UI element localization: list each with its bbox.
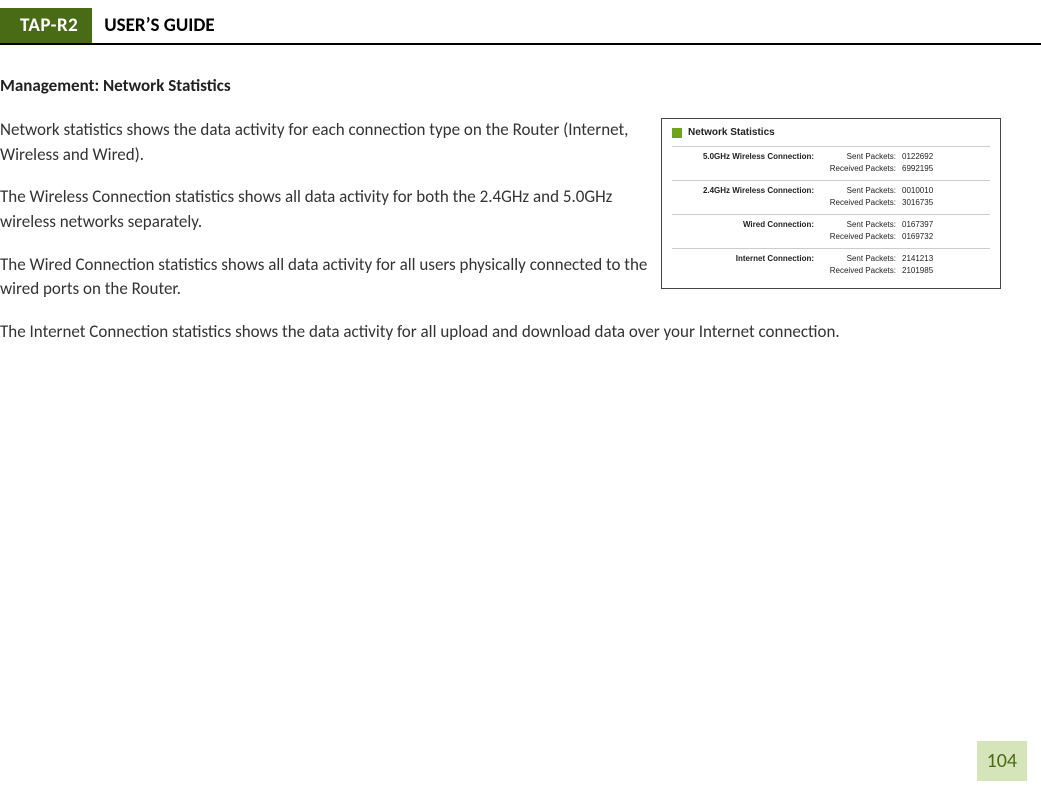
stat-recv-value: 6992195	[902, 163, 962, 175]
stat-conn-label: 2.4GHz Wireless Connection:	[672, 185, 822, 197]
stat-sent-value: 0010010	[902, 185, 962, 197]
section-heading: Management: Network Statistics	[0, 75, 1001, 96]
stat-recv-label: Received Packets:	[822, 265, 902, 277]
figure-title-row: Network Statistics	[672, 127, 990, 138]
stat-recv-label: Received Packets:	[822, 197, 902, 209]
square-bullet-icon	[672, 128, 682, 138]
page-content: Management: Network Statistics Network S…	[0, 45, 1041, 344]
stat-sent-value: 0122692	[902, 151, 962, 163]
guide-title: USER’S GUIDE	[92, 8, 214, 43]
stat-sent-label: Sent Packets:	[822, 219, 902, 231]
page-number: 104	[977, 741, 1027, 781]
paragraph-4: The Internet Connection statistics shows…	[0, 320, 1001, 345]
stat-block-internet: Internet Connection: Sent Packets: 21412…	[672, 248, 990, 282]
header-accent	[0, 8, 10, 43]
network-statistics-figure: Network Statistics 5.0GHz Wireless Conne…	[661, 118, 1001, 289]
stat-block-24ghz: 2.4GHz Wireless Connection: Sent Packets…	[672, 180, 990, 214]
stat-conn-label: Wired Connection:	[672, 219, 822, 231]
stat-recv-value: 3016735	[902, 197, 962, 209]
figure-title: Network Statistics	[688, 127, 775, 138]
stat-recv-label: Received Packets:	[822, 231, 902, 243]
header-bar: TAP-R2 USER’S GUIDE	[0, 8, 1041, 45]
stat-sent-value: 2141213	[902, 253, 962, 265]
stat-sent-value: 0167397	[902, 219, 962, 231]
paragraph-2: The Wireless Connection statistics shows…	[0, 185, 660, 234]
stat-recv-value: 2101985	[902, 265, 962, 277]
paragraph-3: The Wired Connection statistics shows al…	[0, 253, 660, 302]
stat-recv-value: 0169732	[902, 231, 962, 243]
stat-recv-label: Received Packets:	[822, 163, 902, 175]
stat-sent-label: Sent Packets:	[822, 151, 902, 163]
stat-block-wired: Wired Connection: Sent Packets: 0167397 …	[672, 214, 990, 248]
paragraph-1: Network statistics shows the data activi…	[0, 118, 660, 167]
stat-conn-label: Internet Connection:	[672, 253, 822, 265]
stat-block-5ghz: 5.0GHz Wireless Connection: Sent Packets…	[672, 146, 990, 180]
stat-sent-label: Sent Packets:	[822, 253, 902, 265]
model-badge: TAP-R2	[10, 8, 92, 43]
stat-conn-label: 5.0GHz Wireless Connection:	[672, 151, 822, 163]
stat-sent-label: Sent Packets:	[822, 185, 902, 197]
